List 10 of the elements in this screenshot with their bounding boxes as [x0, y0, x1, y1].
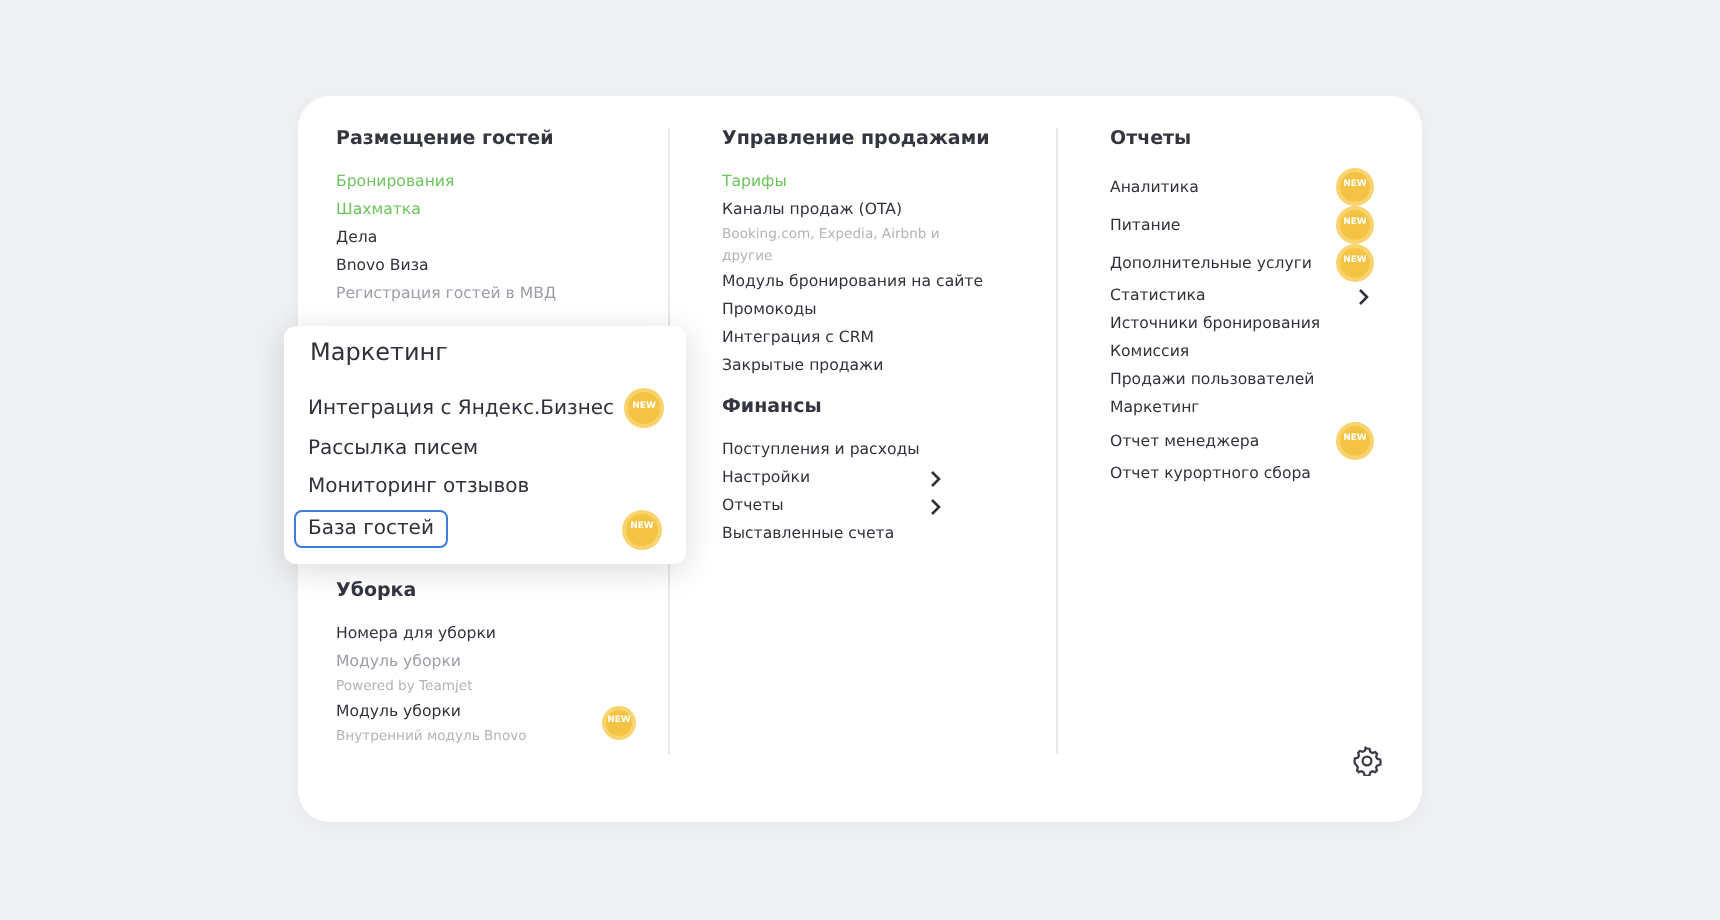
section-heading: Финансы [722, 396, 824, 418]
settings-icon[interactable] [1352, 746, 1382, 776]
section-heading: Управление продажами [722, 128, 992, 150]
popup-item[interactable]: Мониторинг отзывов [294, 468, 676, 506]
popup-title: Маркетинг [308, 338, 450, 366]
section-heading: Отчеты [1110, 128, 1194, 150]
popup-item[interactable]: Рассылка писем [294, 430, 676, 468]
section-heading: Размещение гостей [336, 128, 556, 150]
section-heading: Уборка [336, 580, 419, 602]
chevron-icon [1358, 287, 1370, 305]
